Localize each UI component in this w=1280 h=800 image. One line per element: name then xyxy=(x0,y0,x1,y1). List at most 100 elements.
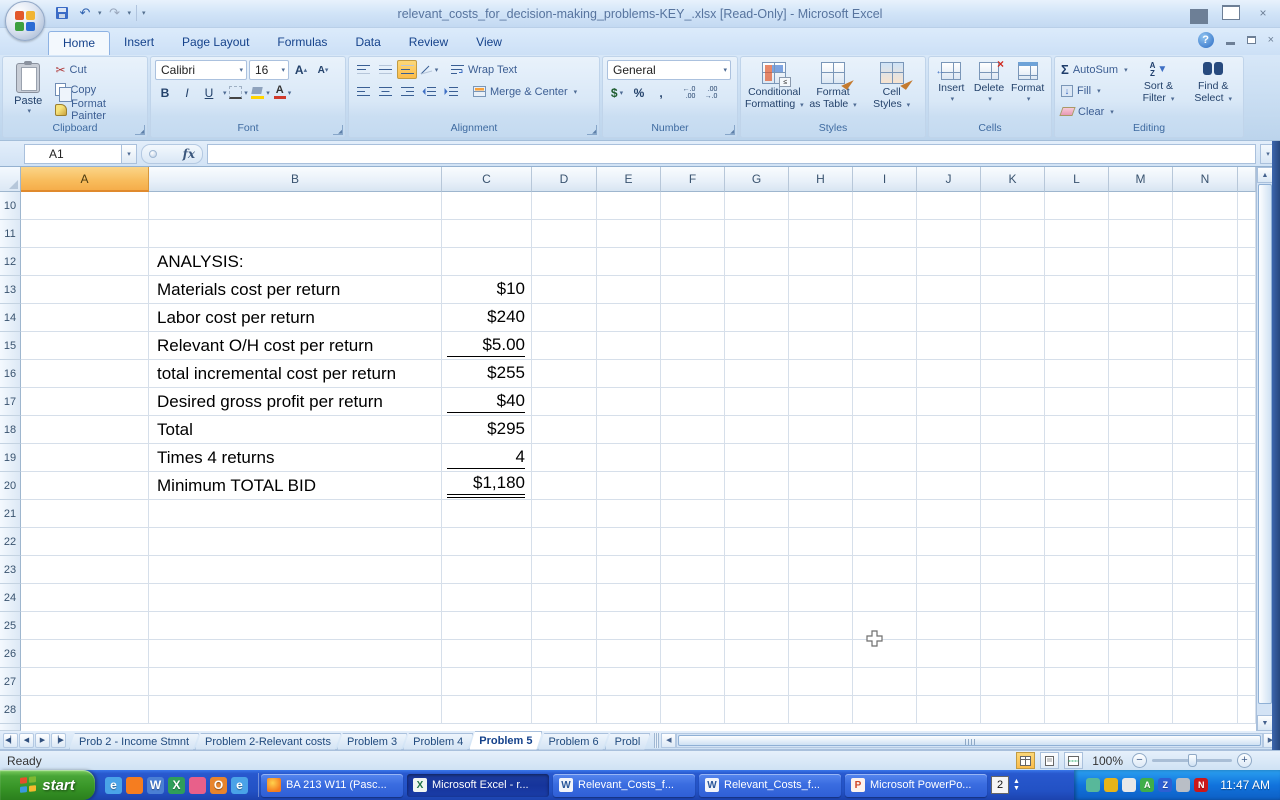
cell-B10[interactable] xyxy=(149,192,442,220)
cell-N11[interactable] xyxy=(1173,220,1238,248)
cell-G15[interactable] xyxy=(725,332,789,360)
cell-H15[interactable] xyxy=(789,332,853,360)
cell-N13[interactable] xyxy=(1173,276,1238,304)
row-header-16[interactable]: 16 xyxy=(0,360,21,388)
cell-C15[interactable]: $5.00 xyxy=(442,332,532,360)
word-icon[interactable]: W xyxy=(147,777,164,794)
zoom-out-button[interactable]: − xyxy=(1132,753,1147,768)
firefox-icon[interactable] xyxy=(126,777,143,794)
cell-E13[interactable] xyxy=(597,276,661,304)
cell-K18[interactable] xyxy=(981,416,1045,444)
format-as-table-button[interactable]: Format as Table ▾ xyxy=(804,60,863,122)
name-box[interactable]: A1 xyxy=(24,144,122,164)
zoom-slider-thumb[interactable] xyxy=(1188,754,1197,767)
cell-D21[interactable] xyxy=(532,500,597,528)
cell-E11[interactable] xyxy=(597,220,661,248)
cell-H12[interactable] xyxy=(789,248,853,276)
cell-G25[interactable] xyxy=(725,612,789,640)
grow-font-button[interactable]: A▴ xyxy=(291,61,311,80)
cell-D18[interactable] xyxy=(532,416,597,444)
cell-J19[interactable] xyxy=(917,444,981,472)
cell-I13[interactable] xyxy=(853,276,917,304)
minimize-button[interactable] xyxy=(1190,5,1208,20)
cell-B23[interactable] xyxy=(149,556,442,584)
row-header-23[interactable]: 23 xyxy=(0,556,21,584)
cell-L27[interactable] xyxy=(1045,668,1109,696)
middle-align-button[interactable] xyxy=(375,60,395,79)
cell-I25[interactable] xyxy=(853,612,917,640)
cell-N10[interactable] xyxy=(1173,192,1238,220)
cell-partial-18[interactable] xyxy=(1238,416,1256,444)
merge-center-button[interactable]: Merge & Center▾ xyxy=(471,82,579,101)
cell-I24[interactable] xyxy=(853,584,917,612)
cell-partial-20[interactable] xyxy=(1238,472,1256,500)
cell-M13[interactable] xyxy=(1109,276,1173,304)
cell-I10[interactable] xyxy=(853,192,917,220)
cell-B20[interactable]: Minimum TOTAL BID xyxy=(149,472,442,500)
cell-N15[interactable] xyxy=(1173,332,1238,360)
row-header-20[interactable]: 20 xyxy=(0,472,21,500)
cell-B15[interactable]: Relevant O/H cost per return xyxy=(149,332,442,360)
cell-B22[interactable] xyxy=(149,528,442,556)
cell-L12[interactable] xyxy=(1045,248,1109,276)
cell-L14[interactable] xyxy=(1045,304,1109,332)
ribbon-tab-review[interactable]: Review xyxy=(395,31,462,55)
cell-A23[interactable] xyxy=(21,556,149,584)
cell-N14[interactable] xyxy=(1173,304,1238,332)
cell-A22[interactable] xyxy=(21,528,149,556)
cell-partial-16[interactable] xyxy=(1238,360,1256,388)
column-header-i[interactable]: I xyxy=(853,167,917,192)
cell-G26[interactable] xyxy=(725,640,789,668)
cell-D25[interactable] xyxy=(532,612,597,640)
cell-I14[interactable] xyxy=(853,304,917,332)
cell-B12[interactable]: ANALYSIS: xyxy=(149,248,442,276)
cell-B17[interactable]: Desired gross profit per return xyxy=(149,388,442,416)
cell-G21[interactable] xyxy=(725,500,789,528)
comma-style-button[interactable]: , xyxy=(651,83,671,102)
cell-K15[interactable] xyxy=(981,332,1045,360)
underline-button[interactable]: U xyxy=(199,83,219,102)
taskbar-button-relevant-costs-f[interactable]: WRelevant_Costs_f... xyxy=(699,774,841,797)
cell-B25[interactable] xyxy=(149,612,442,640)
cell-L15[interactable] xyxy=(1045,332,1109,360)
cell-E21[interactable] xyxy=(597,500,661,528)
cell-partial-26[interactable] xyxy=(1238,640,1256,668)
cell-G18[interactable] xyxy=(725,416,789,444)
cell-E27[interactable] xyxy=(597,668,661,696)
cell-D28[interactable] xyxy=(532,696,597,724)
cell-C18[interactable]: $295 xyxy=(442,416,532,444)
cell-C23[interactable] xyxy=(442,556,532,584)
row-header-22[interactable]: 22 xyxy=(0,528,21,556)
cell-F26[interactable] xyxy=(661,640,725,668)
accounting-format-button[interactable]: $▾ xyxy=(607,83,627,102)
cell-partial-10[interactable] xyxy=(1238,192,1256,220)
cell-D23[interactable] xyxy=(532,556,597,584)
cell-L16[interactable] xyxy=(1045,360,1109,388)
insert-function-button[interactable]: fx xyxy=(183,147,195,161)
cell-L10[interactable] xyxy=(1045,192,1109,220)
row-header-24[interactable]: 24 xyxy=(0,584,21,612)
cell-C25[interactable] xyxy=(442,612,532,640)
cell-M22[interactable] xyxy=(1109,528,1173,556)
cell-C13[interactable]: $10 xyxy=(442,276,532,304)
conditional-formatting-button[interactable]: ≤ Conditional Formatting ▾ xyxy=(745,60,804,122)
sheet-tab-prob-2-income-stmnt[interactable]: Prob 2 - Income Stmnt xyxy=(69,733,199,750)
office-button[interactable] xyxy=(5,1,45,41)
cell-E22[interactable] xyxy=(597,528,661,556)
first-sheet-button[interactable]: ◀▏ xyxy=(3,733,18,748)
cell-B11[interactable] xyxy=(149,220,442,248)
zoom-slider[interactable] xyxy=(1152,759,1232,762)
cell-M23[interactable] xyxy=(1109,556,1173,584)
cell-D13[interactable] xyxy=(532,276,597,304)
outlook-icon[interactable]: O xyxy=(210,777,227,794)
cell-H23[interactable] xyxy=(789,556,853,584)
paste-button[interactable]: Paste ▾ xyxy=(7,60,49,122)
cell-J11[interactable] xyxy=(917,220,981,248)
cell-I19[interactable] xyxy=(853,444,917,472)
last-sheet-button[interactable]: ▕▶ xyxy=(51,733,66,748)
cell-N27[interactable] xyxy=(1173,668,1238,696)
cell-N21[interactable] xyxy=(1173,500,1238,528)
cell-K24[interactable] xyxy=(981,584,1045,612)
cell-D10[interactable] xyxy=(532,192,597,220)
column-header-g[interactable]: G xyxy=(725,167,789,192)
